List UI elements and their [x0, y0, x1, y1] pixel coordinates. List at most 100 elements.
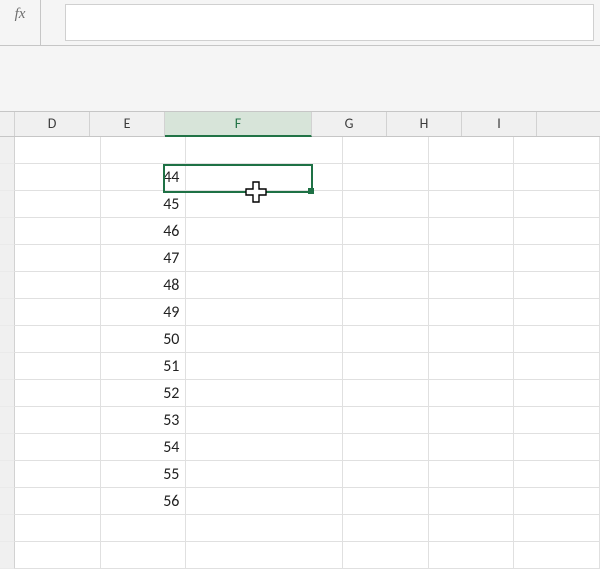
- cell[interactable]: [514, 461, 600, 488]
- cell[interactable]: [343, 326, 429, 353]
- cell[interactable]: [343, 164, 429, 191]
- cell[interactable]: [514, 434, 600, 461]
- cell[interactable]: 52: [101, 380, 187, 407]
- cell[interactable]: [343, 380, 429, 407]
- cell[interactable]: [343, 542, 429, 569]
- cell[interactable]: 48: [101, 272, 187, 299]
- fill-handle[interactable]: [308, 188, 314, 194]
- cell[interactable]: [429, 191, 515, 218]
- cell[interactable]: [514, 407, 600, 434]
- cell[interactable]: [514, 326, 600, 353]
- cell[interactable]: [514, 218, 600, 245]
- cell[interactable]: [429, 164, 515, 191]
- col-header-i[interactable]: I: [462, 112, 537, 136]
- col-header-d[interactable]: D: [15, 112, 90, 136]
- cell[interactable]: [186, 353, 342, 380]
- col-header-e[interactable]: E: [90, 112, 165, 136]
- cell[interactable]: [514, 245, 600, 272]
- cell[interactable]: [15, 488, 101, 515]
- cell[interactable]: [429, 218, 515, 245]
- cell[interactable]: [186, 164, 342, 191]
- cell[interactable]: 51: [101, 353, 187, 380]
- cell[interactable]: [343, 299, 429, 326]
- cell[interactable]: [514, 299, 600, 326]
- cell[interactable]: [343, 515, 429, 542]
- cell[interactable]: 47: [101, 245, 187, 272]
- col-header-g[interactable]: G: [312, 112, 387, 136]
- cell[interactable]: 54: [101, 434, 187, 461]
- cell[interactable]: [514, 164, 600, 191]
- cell[interactable]: [429, 326, 515, 353]
- cell[interactable]: 44: [101, 164, 187, 191]
- cell[interactable]: 45: [101, 191, 187, 218]
- cell[interactable]: [343, 488, 429, 515]
- cell[interactable]: [101, 137, 187, 164]
- cell[interactable]: [186, 326, 342, 353]
- cell[interactable]: [15, 461, 101, 488]
- cell[interactable]: [15, 326, 101, 353]
- cell[interactable]: [186, 542, 342, 569]
- cell[interactable]: [15, 218, 101, 245]
- cell[interactable]: 50: [101, 326, 187, 353]
- cell[interactable]: [429, 380, 515, 407]
- cell[interactable]: [15, 353, 101, 380]
- formula-input[interactable]: [65, 4, 594, 41]
- cell[interactable]: [429, 407, 515, 434]
- cell[interactable]: [101, 515, 187, 542]
- cell[interactable]: [186, 407, 342, 434]
- cell[interactable]: [429, 434, 515, 461]
- cell[interactable]: [101, 542, 187, 569]
- cell[interactable]: [15, 515, 101, 542]
- cell[interactable]: [15, 272, 101, 299]
- cell[interactable]: [343, 245, 429, 272]
- cell[interactable]: [514, 542, 600, 569]
- fx-icon[interactable]: fx: [0, 0, 41, 45]
- cell[interactable]: [186, 434, 342, 461]
- cell[interactable]: [186, 380, 342, 407]
- cell[interactable]: [429, 461, 515, 488]
- cell[interactable]: [429, 353, 515, 380]
- cell[interactable]: [15, 299, 101, 326]
- cell[interactable]: [343, 353, 429, 380]
- cell[interactable]: 46: [101, 218, 187, 245]
- cell[interactable]: [15, 191, 101, 218]
- cell[interactable]: [514, 272, 600, 299]
- cell[interactable]: [514, 353, 600, 380]
- cell[interactable]: [514, 137, 600, 164]
- cell[interactable]: [429, 137, 515, 164]
- cell[interactable]: [186, 191, 342, 218]
- cell[interactable]: [429, 299, 515, 326]
- cell[interactable]: [15, 245, 101, 272]
- select-all-corner[interactable]: [0, 112, 15, 136]
- cell[interactable]: [429, 542, 515, 569]
- cell[interactable]: [514, 488, 600, 515]
- cell[interactable]: [429, 245, 515, 272]
- cell[interactable]: [15, 434, 101, 461]
- cell[interactable]: [186, 299, 342, 326]
- cell[interactable]: 55: [101, 461, 187, 488]
- cell[interactable]: [15, 542, 101, 569]
- cell[interactable]: [343, 461, 429, 488]
- cell[interactable]: [343, 407, 429, 434]
- cell[interactable]: [186, 272, 342, 299]
- cell[interactable]: [186, 245, 342, 272]
- cell[interactable]: [343, 434, 429, 461]
- col-header-h[interactable]: H: [387, 112, 462, 136]
- cell[interactable]: 56: [101, 488, 187, 515]
- cell[interactable]: [429, 272, 515, 299]
- cell[interactable]: [15, 380, 101, 407]
- cell[interactable]: [343, 137, 429, 164]
- cell[interactable]: [186, 461, 342, 488]
- cell[interactable]: [15, 164, 101, 191]
- cell[interactable]: [186, 218, 342, 245]
- cell[interactable]: [429, 488, 515, 515]
- cell[interactable]: [186, 137, 342, 164]
- cell[interactable]: [429, 515, 515, 542]
- cell[interactable]: [15, 137, 101, 164]
- cell[interactable]: 49: [101, 299, 187, 326]
- cell[interactable]: [186, 488, 342, 515]
- cell[interactable]: 53: [101, 407, 187, 434]
- cell[interactable]: [186, 515, 342, 542]
- col-header-f[interactable]: F: [165, 112, 312, 137]
- cell[interactable]: [514, 191, 600, 218]
